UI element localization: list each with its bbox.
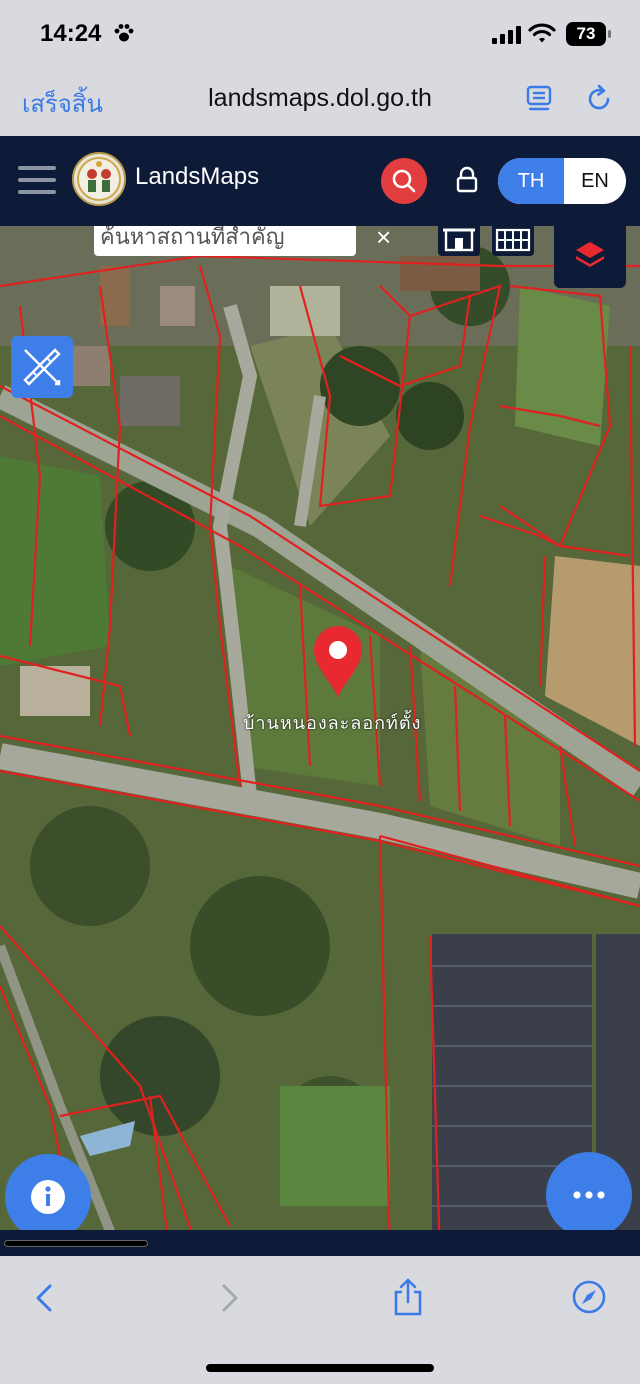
language-toggle[interactable]: TH EN xyxy=(498,158,626,204)
info-icon xyxy=(31,1180,65,1214)
grid-icon xyxy=(495,228,531,252)
horizontal-scrollbar[interactable] xyxy=(0,1230,640,1256)
reload-icon[interactable] xyxy=(584,84,614,119)
close-icon[interactable]: × xyxy=(376,226,391,253)
scroll-thumb[interactable] xyxy=(4,1240,148,1247)
status-time: 14:24 xyxy=(40,20,102,47)
forward-icon[interactable] xyxy=(214,1280,244,1321)
building-icon xyxy=(443,228,475,252)
brand-name: LandsMaps xyxy=(135,163,260,190)
layers-button[interactable] xyxy=(554,226,626,288)
ruler-pencil-icon xyxy=(23,348,61,386)
app-header: LandsMaps TH EN xyxy=(0,136,640,226)
more-icon xyxy=(573,1191,605,1199)
lang-en-option[interactable]: EN xyxy=(564,158,626,204)
home-indicator xyxy=(206,1364,434,1372)
wifi-icon xyxy=(528,22,556,49)
signal-icon xyxy=(492,26,521,44)
back-icon[interactable] xyxy=(30,1280,60,1321)
browser-url-bar: เสร็จสิ้น landsmaps.dol.go.th xyxy=(0,70,640,136)
paw-icon xyxy=(113,22,135,50)
search-button[interactable] xyxy=(381,158,427,204)
map-pin-icon[interactable] xyxy=(310,624,366,705)
measure-tool-button[interactable] xyxy=(11,336,73,398)
more-button[interactable] xyxy=(546,1152,632,1238)
satellite-imagery xyxy=(0,226,640,1256)
search-icon xyxy=(392,169,416,193)
layers-icon xyxy=(576,242,604,267)
map-view[interactable]: ค้นหาสถานที่สำคัญ × บ้านหนองละลอกท์ตั้ง xyxy=(0,226,640,1256)
battery-indicator: 73 xyxy=(566,22,611,46)
status-bar: 14:24 73 xyxy=(0,0,640,70)
grid-button[interactable] xyxy=(492,226,534,256)
parcel-label: บ้านหนองละลอกท์ตั้ง xyxy=(243,713,422,733)
share-icon[interactable] xyxy=(390,1276,426,1323)
lang-th-option[interactable]: TH xyxy=(498,158,564,204)
info-button[interactable] xyxy=(5,1154,91,1240)
lock-icon[interactable] xyxy=(455,166,479,199)
menu-icon[interactable] xyxy=(18,166,56,194)
dol-logo xyxy=(72,152,126,206)
compass-icon[interactable] xyxy=(570,1278,608,1321)
reader-icon[interactable] xyxy=(524,84,554,119)
search-input[interactable]: ค้นหาสถานที่สำคัญ xyxy=(94,226,356,256)
building-button[interactable] xyxy=(438,226,480,256)
